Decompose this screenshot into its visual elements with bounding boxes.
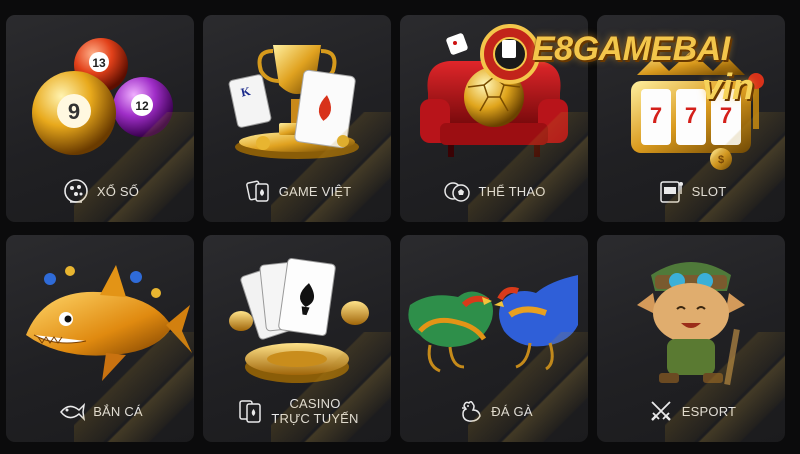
tile-label: THỂ THAO <box>478 183 546 199</box>
golden-shark-illustration <box>26 265 192 381</box>
fighting-roosters-illustration <box>408 275 578 373</box>
category-tile-lottery[interactable]: 13 12 9 XỔ SỐ <box>6 15 194 222</box>
trophy-cards-illustration: K <box>228 45 359 159</box>
svg-text:7: 7 <box>685 103 697 128</box>
tile-label-row: CASINO TRỰC TUYẾN <box>203 392 391 430</box>
tile-label-line1: CASINO <box>289 396 341 411</box>
tile-label-row: THỂ THAO <box>400 172 588 210</box>
category-tile-fish-shooting[interactable]: BẮN CÁ <box>6 235 194 442</box>
category-tile-game-viet[interactable]: K GAME VIỆT <box>203 15 391 222</box>
brand-logo-suffix: vin <box>702 66 755 107</box>
tile-label-row: SLOT <box>597 172 785 210</box>
soccer-ball-icon <box>444 182 471 202</box>
svg-text:12: 12 <box>135 99 149 113</box>
esport-character-illustration <box>637 262 745 386</box>
tile-label-row: GAME VIỆT <box>203 172 391 210</box>
category-tile-casino[interactable]: CASINO TRỰC TUYẾN <box>203 235 391 442</box>
tile-label-row: ĐÁ GÀ <box>400 392 588 430</box>
lottery-ball-icon <box>64 179 88 203</box>
category-tile-cockfighting[interactable]: ĐÁ GÀ <box>400 235 588 442</box>
tile-label: CASINO TRỰC TUYẾN <box>271 396 358 426</box>
svg-text:$: $ <box>718 154 724 166</box>
tile-label: ĐÁ GÀ <box>491 403 533 419</box>
tile-label-row: ESPORT <box>597 392 785 430</box>
tile-label: BẮN CÁ <box>93 403 143 419</box>
fish-icon <box>60 402 86 422</box>
crossed-swords-icon <box>650 401 671 421</box>
tile-label-row: XỔ SỐ <box>6 172 194 210</box>
playing-cards-icon <box>239 400 262 423</box>
tile-label-row: BẮN CÁ <box>6 392 194 430</box>
brand-logo-text: E8GAMEBAI <box>532 30 730 68</box>
rooster-icon <box>462 400 482 422</box>
tile-label: XỔ SỐ <box>96 183 140 199</box>
tile-label-line2: TRỰC TUYẾN <box>271 411 359 426</box>
cards-chips-illustration <box>229 258 369 383</box>
svg-text:7: 7 <box>650 103 662 128</box>
svg-text:13: 13 <box>92 56 106 70</box>
tile-label: ESPORT <box>681 403 737 419</box>
slot-machine-icon <box>659 181 683 203</box>
tile-label: SLOT <box>691 183 727 199</box>
tile-label: GAME VIỆT <box>278 183 352 199</box>
cards-icon <box>245 180 269 202</box>
category-tile-esport[interactable]: ESPORT <box>597 235 785 442</box>
brand-logo: E8GAMEBAI vin <box>472 10 792 107</box>
lottery-balls-illustration: 13 12 9 <box>32 38 173 155</box>
svg-text:9: 9 <box>68 99 80 124</box>
